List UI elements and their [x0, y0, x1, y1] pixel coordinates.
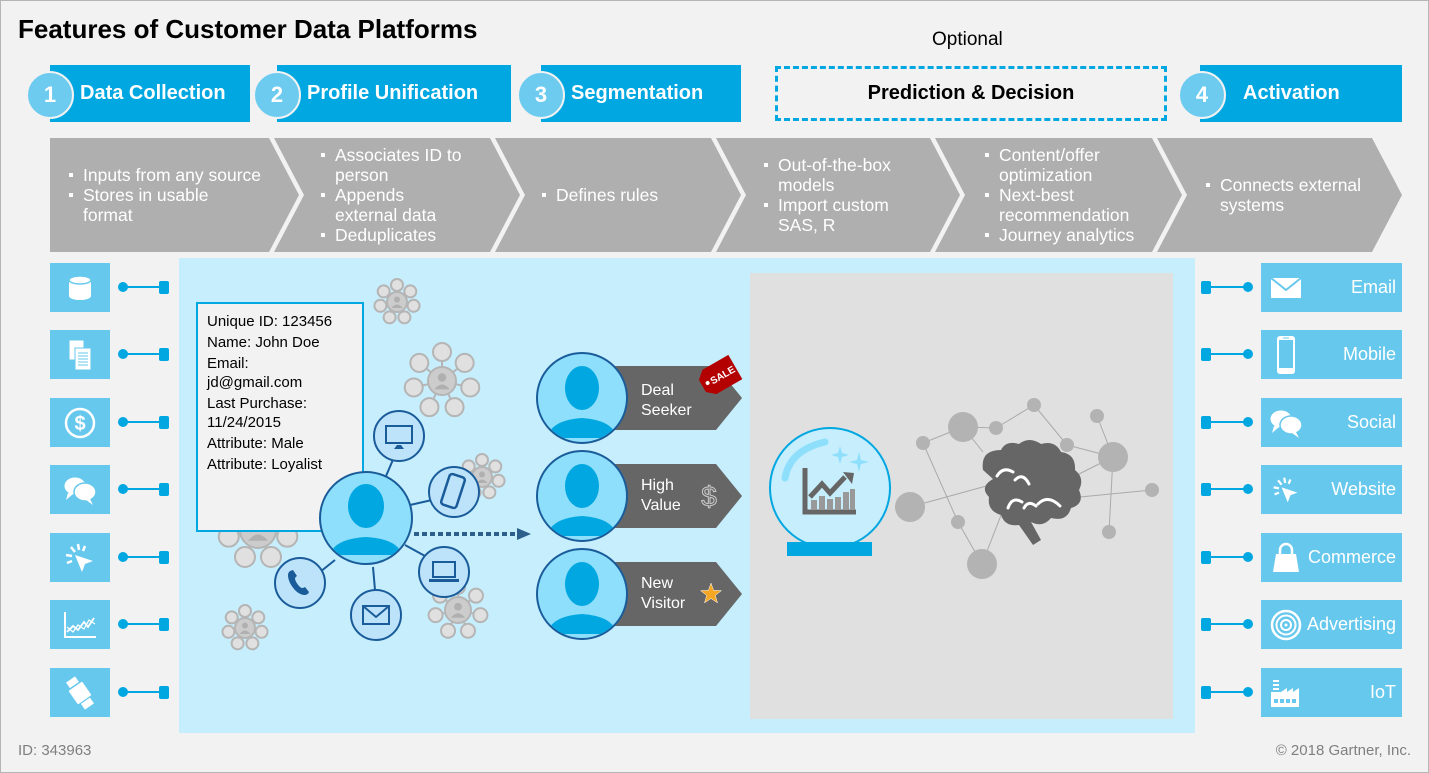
brain-icon [982, 440, 1082, 545]
crystal-ball-icon [769, 427, 891, 556]
prediction-illustration [769, 398, 1159, 579]
document-id: ID: 343963 [18, 742, 92, 759]
copyright: © 2018 Gartner, Inc. [1275, 742, 1411, 759]
